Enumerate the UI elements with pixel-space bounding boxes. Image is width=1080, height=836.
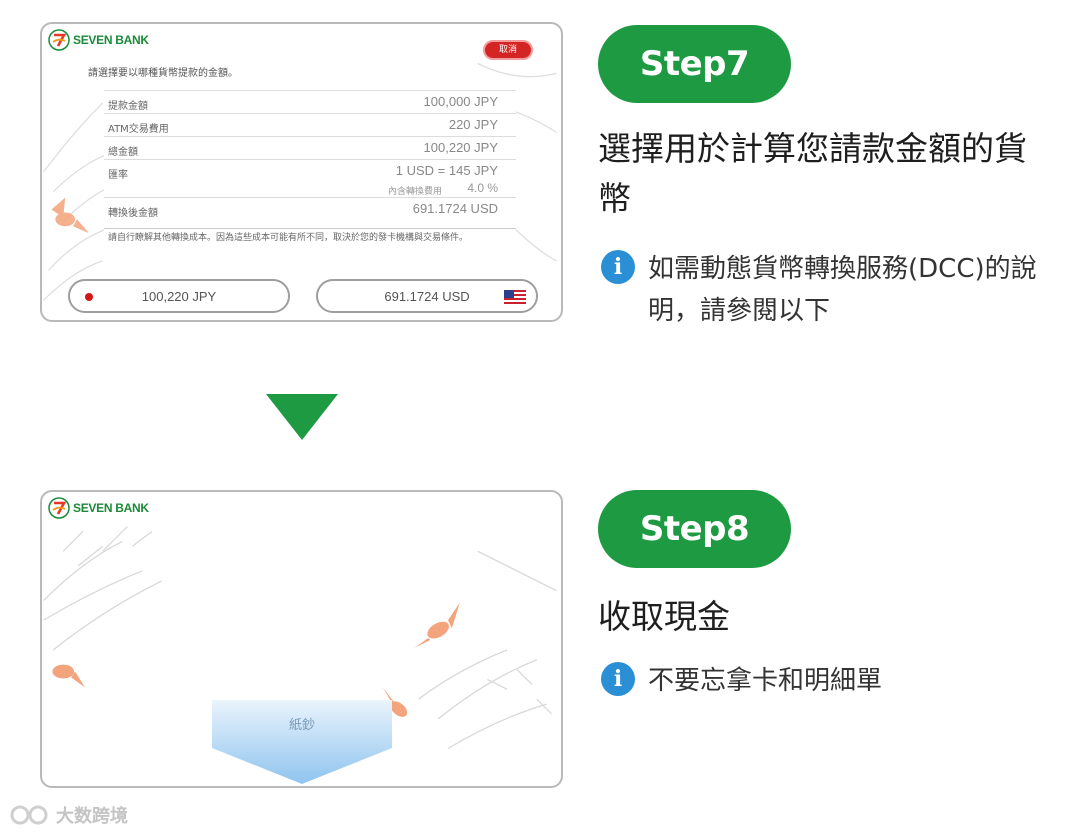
seven-bank-logo-icon: [48, 29, 70, 51]
info-icon: i: [601, 662, 635, 696]
info-icon: i: [601, 250, 635, 284]
table-row: 總金額 100,220 JPY: [104, 137, 516, 160]
cash-slot-graphic: [212, 700, 392, 784]
table-row: 提款金額 100,000 JPY: [104, 91, 516, 114]
jpy-amount: 100,220 JPY: [141, 288, 217, 304]
row-sub-label: 內含轉換費用: [387, 187, 442, 197]
row-label: ATM交易費用: [108, 124, 169, 135]
step7-title: 選擇用於計算您請款金額的貨幣: [598, 129, 1027, 218]
jpy-currency-button[interactable]: 100,220 JPY: [68, 279, 290, 313]
usd-amount: 691.1724 USD: [384, 288, 470, 304]
step7-info-note: 如需動態貨幣轉換服務(DCC)的說明，請參閱以下: [648, 254, 1037, 326]
conversion-cost-note: 請自行瞭解其他轉換成本。因為這些成本可能有所不同，取決於您的發卡機構與交易條件。: [104, 228, 516, 270]
watermark-text: 大数跨境: [56, 806, 128, 827]
atm-screen-cash-dispense: SEVEN BANK 紙鈔: [40, 490, 563, 788]
row-label: 總金額: [108, 147, 138, 158]
table-row: 轉換後金額 691.1724 USD: [104, 198, 516, 221]
row-label: 轉換後金額: [108, 208, 158, 219]
row-value: 691.1724 USD: [412, 201, 498, 216]
seven-bank-logo: SEVEN BANK: [48, 29, 149, 51]
us-flag-icon: [504, 290, 526, 304]
screen-instruction: 請選擇要以哪種貨幣提款的金額。: [88, 68, 238, 79]
row-value: 100,220 JPY: [423, 140, 498, 155]
cash-slot-indicator: 紙鈔: [212, 700, 392, 784]
cash-label: 紙鈔: [288, 718, 315, 733]
row-value: 220 JPY: [448, 117, 498, 132]
japan-flag-icon: [85, 293, 93, 301]
cancel-button[interactable]: 取消: [483, 40, 533, 60]
step8-title: 收取現金: [598, 597, 730, 636]
seven-bank-logo: SEVEN BANK: [48, 497, 149, 519]
brand-name: SEVEN BANK: [73, 33, 149, 47]
watermark-logo-icon: [10, 805, 48, 825]
row-sub-value: 4.0 %: [467, 181, 498, 195]
step8-info-note: 不要忘拿卡和明細單: [648, 666, 883, 696]
fee-breakdown-table: 提款金額 100,000 JPY ATM交易費用 220 JPY 總金額 100…: [104, 90, 516, 230]
atm-screen-currency-selection: SEVEN BANK 取消 請選擇要以哪種貨幣提款的金額。 提款金額 100,0…: [40, 22, 563, 322]
brand-name: SEVEN BANK: [73, 501, 149, 515]
seven-bank-logo-icon: [48, 497, 70, 519]
watermark: 大数跨境: [8, 802, 128, 828]
usd-currency-button[interactable]: 691.1724 USD: [316, 279, 538, 313]
table-row: ATM交易費用 220 JPY: [104, 114, 516, 137]
row-label: 匯率: [108, 170, 128, 181]
step8-badge: Step8: [598, 490, 791, 568]
row-label: 提款金額: [108, 101, 148, 112]
row-value: 1 USD = 145 JPY: [395, 163, 498, 178]
row-value: 100,000 JPY: [423, 94, 498, 109]
table-row: 匯率 1 USD = 145 JPY 內含轉換費用 4.0 %: [104, 160, 516, 198]
down-arrow-icon: [266, 394, 338, 440]
step7-badge: Step7: [598, 25, 791, 103]
